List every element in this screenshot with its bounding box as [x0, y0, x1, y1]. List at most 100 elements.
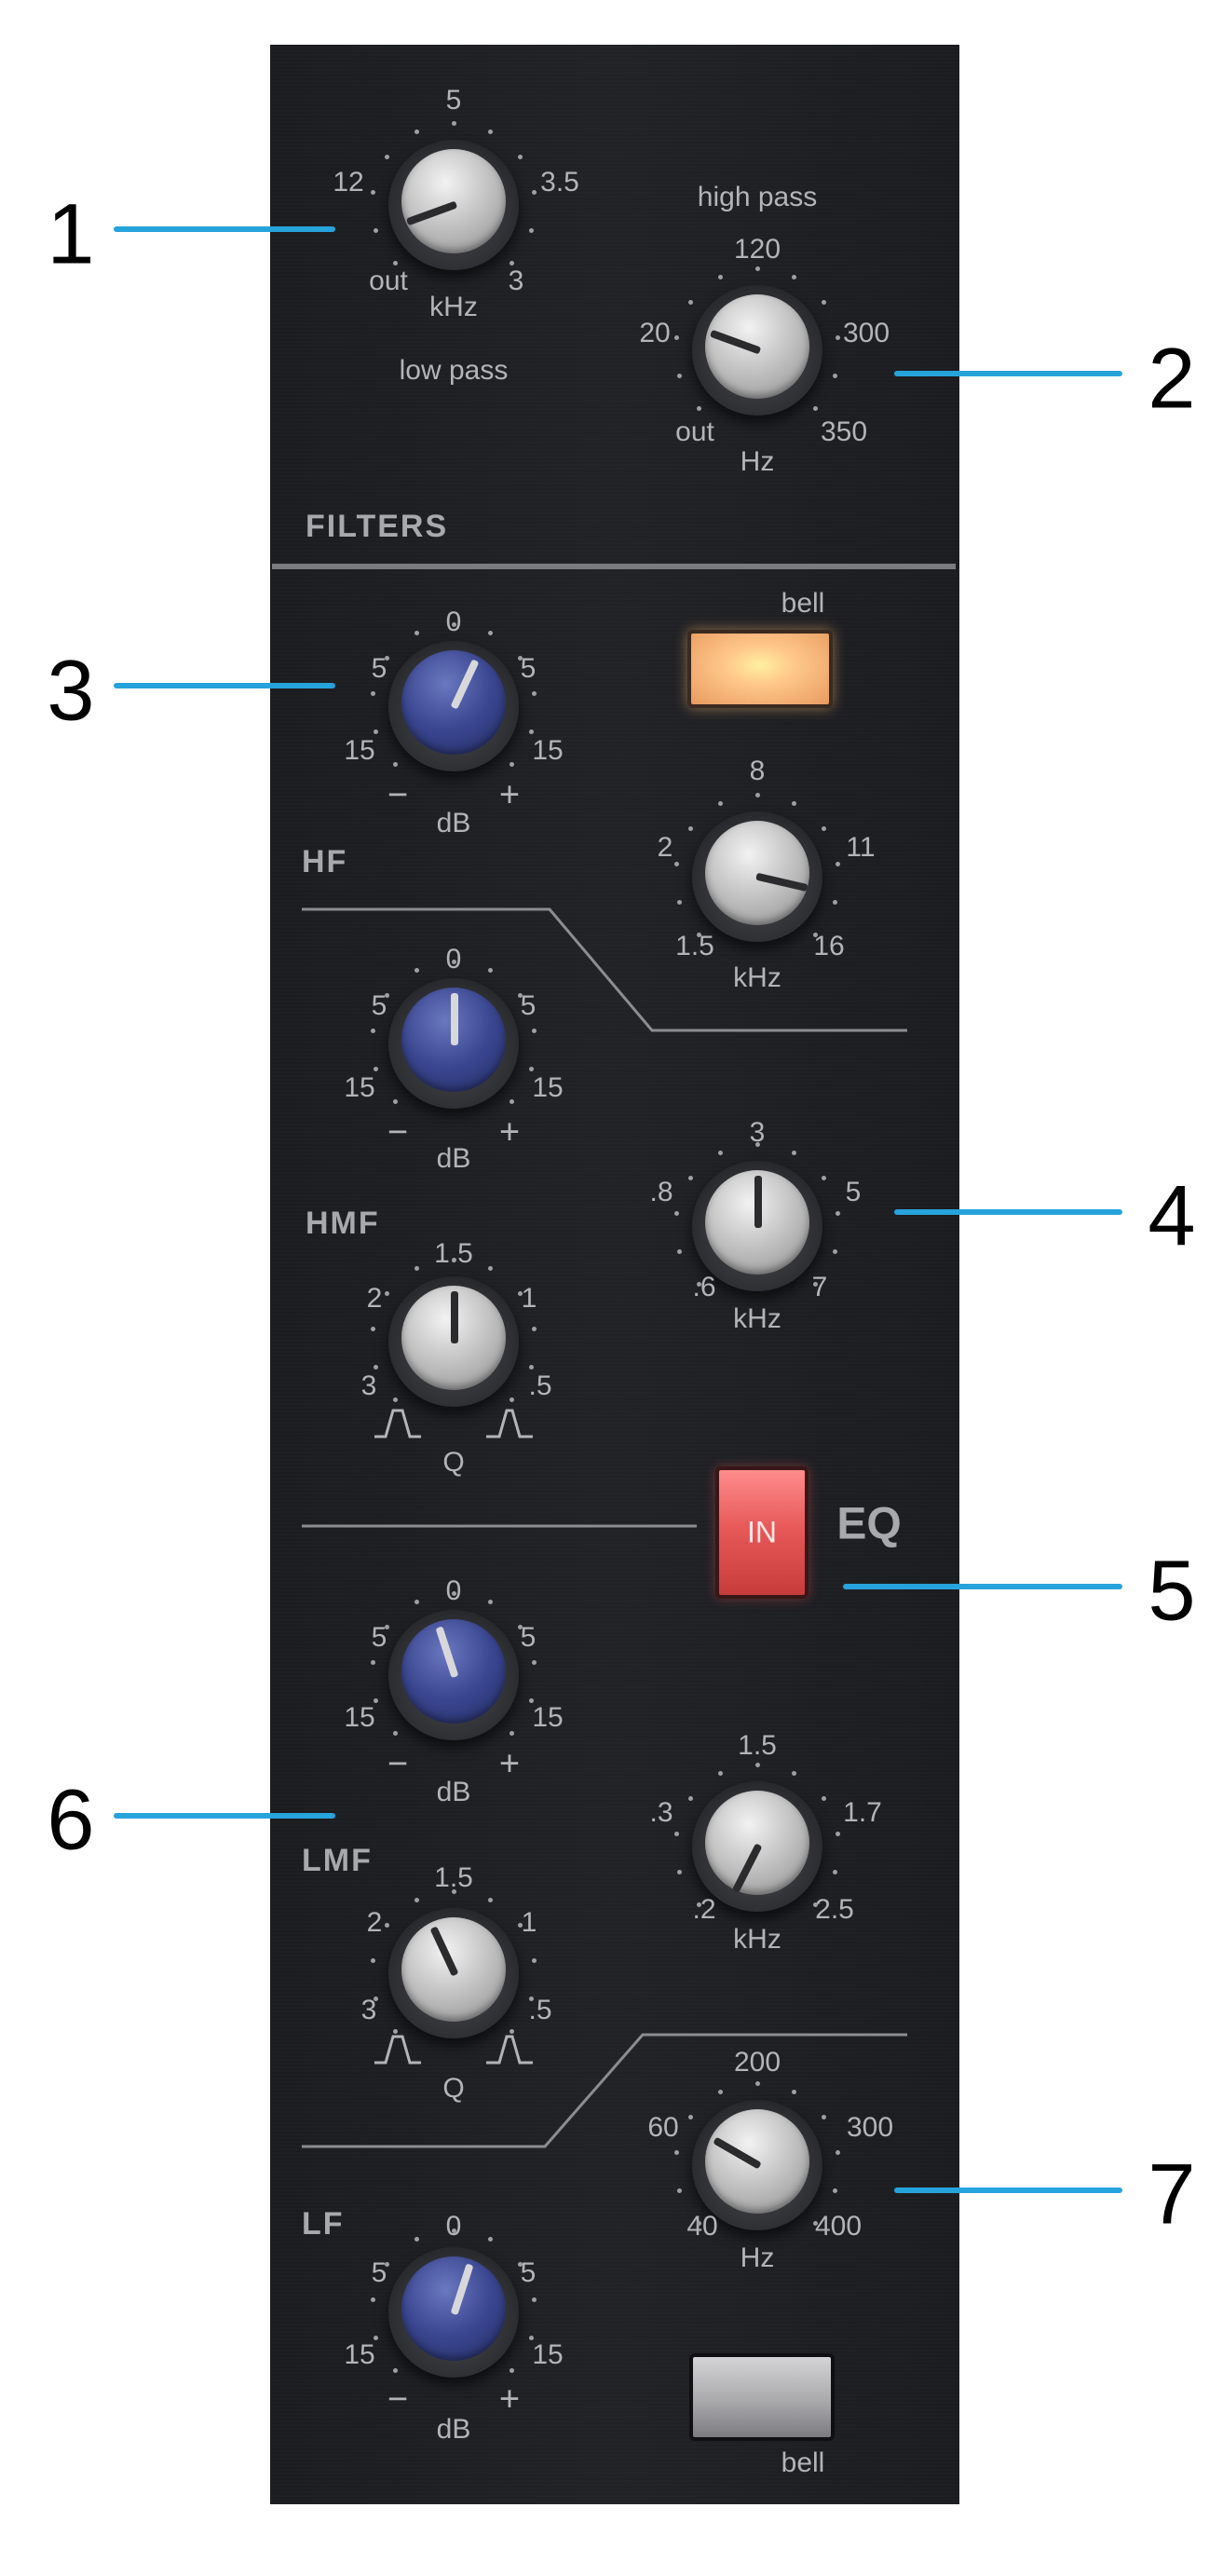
lmf-gain-minus-label: −	[387, 1744, 409, 1784]
lf-gain-plus-label: +	[498, 2379, 521, 2419]
scale-dot	[509, 761, 514, 767]
scale-dot	[673, 334, 679, 340]
scale-dot	[370, 1326, 375, 1331]
lf-gain-unit-label: dB	[436, 2414, 471, 2445]
scale-dot	[373, 729, 378, 734]
hmf-gain-tick-label: 15	[344, 1072, 375, 1103]
hmf-freq-unit-label: kHz	[733, 1303, 781, 1334]
hmf-q-tick-label: 3	[360, 1370, 377, 1401]
lmf-q-tick-label: 2	[366, 1907, 383, 1938]
scale-dot	[833, 899, 838, 905]
lmf-gain-tick-label: 15	[532, 1702, 564, 1733]
scale-dot	[529, 729, 535, 734]
callout-number: 4	[1148, 1168, 1196, 1264]
lmf-freq-tick-label: .2	[692, 1894, 716, 1925]
lf-freq-tick-label: 40	[686, 2211, 718, 2242]
scale-dot	[833, 1248, 838, 1254]
lf-bell-button[interactable]	[689, 2353, 835, 2441]
hmf-gain-knob[interactable]	[388, 978, 519, 1109]
scale-dot	[509, 1730, 514, 1736]
high-pass-unit-label: Hz	[740, 446, 775, 477]
lmf-gain-tick-label: 15	[344, 1702, 375, 1733]
eq-channel-strip: FILTERS HF HMF LMF LF 5 12 3.5 out 3 kHz…	[270, 45, 959, 2504]
hmf-freq-tick-label: .6	[692, 1272, 716, 1302]
scale-dot	[676, 1248, 682, 1254]
callout-number: 6	[47, 1772, 95, 1868]
lmf-gain-knob[interactable]	[388, 1610, 519, 1740]
scale-dot	[373, 1364, 378, 1370]
scale-dot	[676, 899, 682, 905]
scale-dot	[393, 260, 399, 266]
hf-freq-tick-label: 11	[846, 832, 876, 863]
scale-dot	[812, 1901, 818, 1907]
hf-gain-knob[interactable]	[388, 641, 519, 771]
scale-dot	[373, 1697, 378, 1703]
narrow-q-curve-icon	[486, 1409, 533, 1438]
hf-bell-button[interactable]	[687, 630, 833, 708]
scale-dot	[393, 1730, 399, 1736]
callout-line	[114, 1813, 335, 1819]
scale-dot	[370, 2297, 375, 2302]
scale-dot	[393, 761, 399, 767]
lf-gain-tick-label: 0	[445, 2211, 462, 2242]
scale-dot	[676, 2188, 682, 2193]
scale-dot	[517, 154, 523, 159]
scale-dot	[529, 1697, 535, 1703]
scale-dot	[754, 2080, 760, 2086]
scale-dot	[414, 968, 419, 974]
scale-dot	[370, 1957, 375, 1963]
hmf-gain-tick-label: 5	[520, 990, 537, 1021]
scale-dot	[812, 932, 818, 937]
scale-dot	[451, 1590, 456, 1596]
scale-dot	[373, 1066, 378, 1071]
callout-line	[894, 1209, 1122, 1215]
scale-dot	[833, 2188, 838, 2193]
scale-dot	[451, 1888, 456, 1894]
scale-dot	[393, 2367, 399, 2373]
scale-dot	[414, 631, 419, 636]
scale-dot	[451, 120, 456, 126]
hf-section-label: HF	[302, 844, 348, 879]
lmf-freq-knob[interactable]	[692, 1781, 822, 1912]
lmf-q-unit-label: Q	[442, 2073, 465, 2104]
scale-dot	[517, 655, 523, 661]
lmf-freq-unit-label: kHz	[733, 1924, 781, 1955]
hf-gain-minus-label: −	[387, 775, 409, 815]
scale-dot	[517, 1624, 523, 1629]
lf-gain-knob[interactable]	[388, 2247, 519, 2378]
scale-dot	[821, 825, 826, 831]
scale-dot	[821, 2114, 826, 2119]
high-pass-tick-label: out	[675, 416, 714, 447]
hmf-gain-tick-label: 15	[532, 1072, 564, 1103]
lf-gain-tick-label: 5	[520, 2257, 537, 2288]
scale-dot	[833, 1869, 838, 1874]
hmf-q-knob[interactable]	[388, 1276, 519, 1407]
scale-dot	[529, 2335, 535, 2340]
scale-dot	[821, 1795, 826, 1801]
scale-dot	[414, 2237, 419, 2242]
lmf-q-tick-label: 1	[521, 1907, 537, 1938]
scale-dot	[821, 1175, 826, 1180]
lmf-freq-tick-label: .3	[649, 1797, 673, 1828]
hf-freq-knob[interactable]	[692, 811, 822, 942]
lf-freq-unit-label: Hz	[740, 2242, 775, 2273]
scale-dot	[373, 1996, 378, 2001]
scale-dot	[697, 2220, 702, 2226]
lmf-q-knob[interactable]	[388, 1908, 519, 2038]
low-pass-knob[interactable]	[388, 140, 519, 270]
callout-line	[114, 226, 335, 232]
scale-dot	[697, 932, 702, 937]
hf-freq-tick-label: 1.5	[675, 931, 714, 961]
high-pass-tick-label: 120	[733, 234, 781, 265]
scale-dot	[673, 1210, 679, 1216]
scale-dot	[370, 189, 375, 195]
callout-number: 3	[47, 643, 95, 739]
scale-dot	[373, 2335, 378, 2340]
hmf-q-tick-label: 2	[366, 1283, 383, 1314]
high-pass-knob[interactable]	[692, 285, 822, 416]
lf-section-label: LF	[302, 2206, 345, 2242]
low-pass-tick-label: 12	[333, 167, 364, 198]
callout-number: 2	[1148, 331, 1196, 427]
scale-dot	[451, 621, 456, 627]
eq-in-button[interactable]: IN	[715, 1466, 809, 1599]
